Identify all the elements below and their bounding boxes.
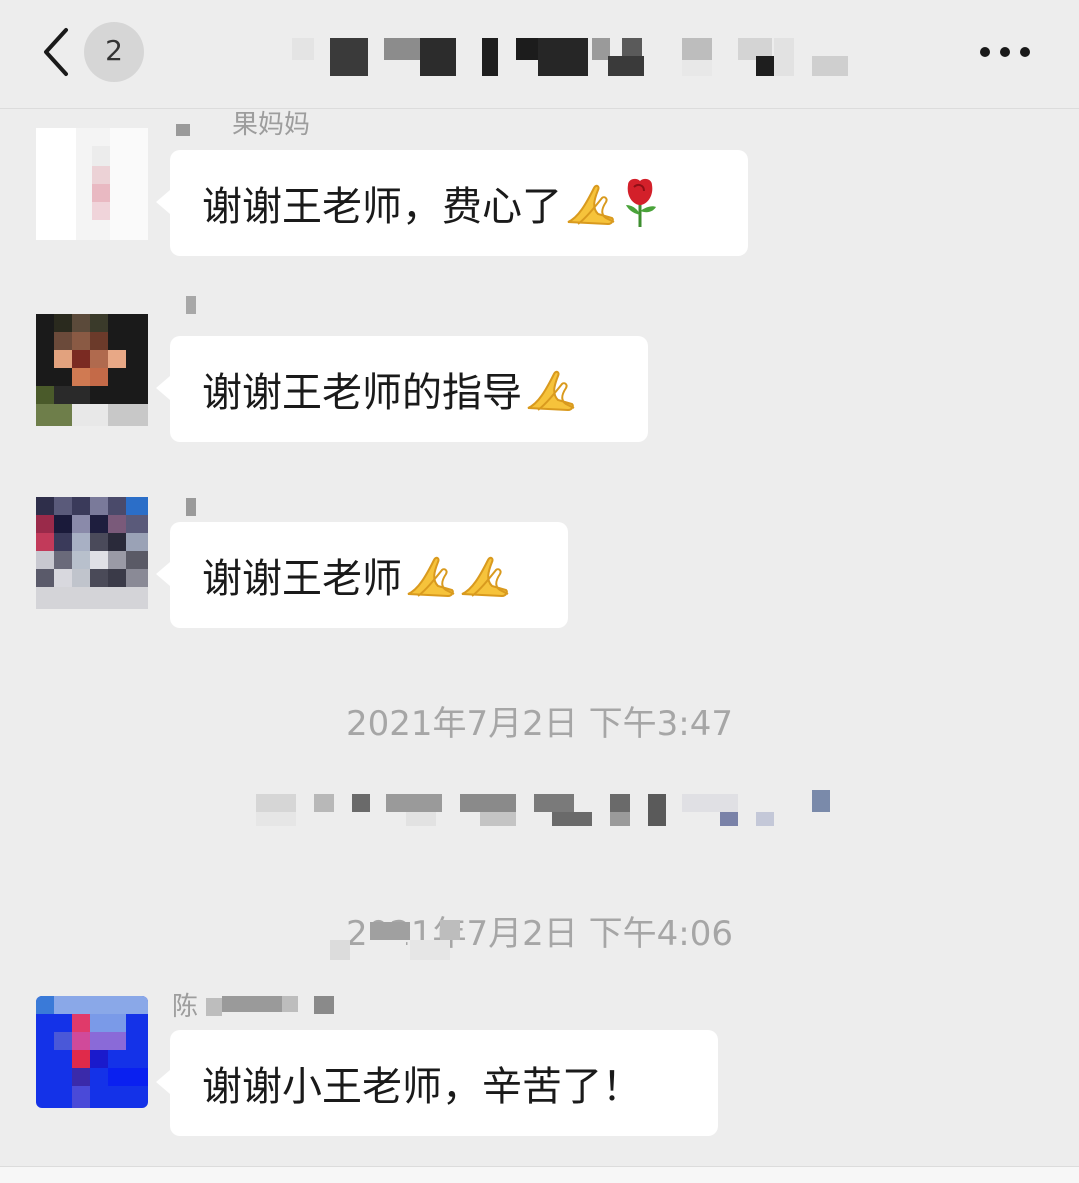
sender-name-text: 陈 (172, 992, 199, 1022)
timestamp-redacted-overlay (330, 920, 460, 960)
sender-name-redacted (176, 124, 190, 136)
timestamp: 2021年7月2日 下午3:47 (346, 704, 733, 744)
sender-name-redacted (206, 996, 334, 1016)
chat-screen: 2 果妈妈 谢谢王老师，费心了 谢谢王老师的指导 谢谢王老师 2021年7月2日… (0, 0, 1079, 1183)
back-button[interactable] (30, 22, 90, 82)
chat-title-redacted[interactable] (292, 34, 852, 76)
message-bubble[interactable]: 谢谢王老师的指导 (156, 336, 648, 442)
avatar[interactable] (36, 314, 148, 426)
sender-name-redacted (186, 296, 204, 314)
timestamp: 2021年7月2日 下午4:06 (346, 914, 733, 954)
chevron-left-icon (44, 28, 68, 76)
avatar[interactable] (36, 996, 148, 1108)
sender-name (172, 494, 212, 524)
avatar-image-redacted (36, 128, 148, 240)
ellipsis-icon (980, 47, 1030, 57)
system-notice-redacted (256, 790, 830, 826)
avatar-image-redacted (36, 996, 148, 1108)
unread-count-badge[interactable]: 2 (84, 22, 144, 82)
message-bubble[interactable]: 谢谢王老师，费心了 (156, 150, 748, 256)
avatar[interactable] (36, 497, 148, 609)
message-bubble[interactable]: 谢谢小王老师，辛苦了！ (156, 1030, 718, 1136)
message-text: 谢谢王老师的指导 (202, 370, 522, 416)
message-text: 谢谢王老师，费心了 (202, 184, 562, 230)
message-text: 谢谢小王老师，辛苦了！ (202, 1064, 642, 1110)
more-button[interactable] (970, 30, 1040, 74)
sender-name-redacted (186, 498, 204, 516)
message-text: 谢谢王老师 (202, 556, 402, 602)
input-bar-edge (0, 1166, 1079, 1183)
sender-name (172, 292, 212, 322)
sender-name: 陈 (172, 992, 352, 1022)
sender-name-text: 果妈妈 (232, 110, 311, 140)
rose-icon (626, 178, 656, 227)
chat-header: 2 (0, 0, 1079, 109)
avatar-image-redacted (36, 314, 148, 426)
folded-hands-icon (407, 556, 455, 598)
avatar[interactable] (36, 128, 148, 240)
folded-hands-icon (567, 184, 615, 226)
folded-hands-icon (527, 370, 575, 412)
avatar-image-redacted (36, 497, 148, 609)
message-bubble[interactable]: 谢谢王老师 (156, 522, 568, 628)
folded-hands-icon (461, 556, 509, 598)
sender-name: 果妈妈 (172, 110, 332, 140)
